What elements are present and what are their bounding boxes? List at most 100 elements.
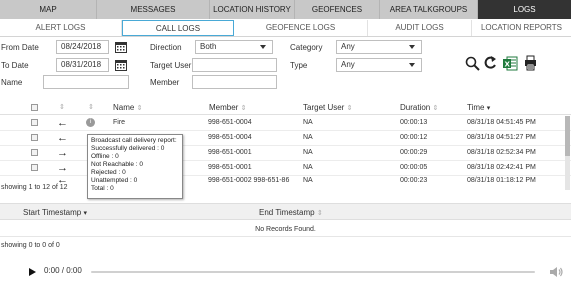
direction-value: Both	[200, 42, 217, 51]
subtab-audit-logs[interactable]: AUDIT LOGS	[368, 20, 472, 36]
subtab-call-logs[interactable]: CALL LOGS	[122, 20, 234, 36]
target-user-input[interactable]	[192, 58, 277, 72]
cell-time: 08/31/18 04:51:45 PM	[467, 119, 536, 126]
category-select[interactable]: Any	[336, 40, 422, 54]
cell-duration: 00:00:29	[400, 149, 428, 156]
search-icon[interactable]	[465, 56, 480, 71]
tooltip-line: Offline : 0	[91, 153, 119, 160]
tab-map[interactable]: MAP	[0, 0, 97, 19]
type-label: Type	[290, 61, 308, 70]
player-progress-track[interactable]	[91, 271, 535, 273]
chevron-down-icon	[409, 45, 415, 49]
end-timestamp-label: End Timestamp	[259, 208, 315, 217]
tab-messages[interactable]: MESSAGES	[97, 0, 210, 19]
table-scrollbar[interactable]	[565, 116, 570, 190]
cell-member: 998-651-0001	[208, 149, 252, 156]
subtab-geofence-logs[interactable]: GEOFENCE LOGS	[234, 20, 368, 36]
target-user-header-label: Target User	[303, 103, 345, 112]
tab-location-history[interactable]: LOCATION HISTORY	[210, 0, 295, 19]
incoming-call-icon: ←	[57, 176, 68, 184]
tab-geofences[interactable]: GEOFENCES	[295, 0, 380, 19]
tab-logs[interactable]: LOGS	[478, 0, 571, 19]
category-value: Any	[341, 42, 355, 51]
cell-target-user: NA	[303, 134, 313, 141]
member-header-label: Member	[209, 103, 239, 112]
cell-target-user: NA	[303, 177, 313, 184]
column-header-name[interactable]: Name ⇕	[113, 103, 142, 112]
direction-select[interactable]: Both	[195, 40, 273, 54]
cell-member: 998-651-0004	[208, 119, 252, 126]
to-date-label: To Date	[1, 61, 29, 70]
type-value: Any	[341, 60, 355, 69]
type-select[interactable]: Any	[336, 58, 422, 72]
time-header-label: Time	[467, 103, 485, 112]
table-row[interactable]: ← 998-651-0002 998-651-86 NA 00:00:23 08…	[0, 176, 571, 184]
table-row[interactable]: ← 998-651-0004 NA 00:00:12 08/31/18 04:5…	[0, 131, 571, 146]
print-icon[interactable]	[524, 55, 537, 71]
column-header-target-user[interactable]: Target User ⇕	[303, 103, 352, 112]
sort-icon: ⇕	[346, 105, 353, 112]
calendar-icon[interactable]	[115, 41, 127, 53]
excel-export-icon[interactable]: X	[503, 56, 518, 71]
cell-duration: 00:00:05	[400, 164, 428, 171]
name-header-label: Name	[113, 103, 135, 112]
tooltip-line: Rejected : 0	[91, 169, 126, 176]
start-timestamp-label: Start Timestamp	[23, 208, 82, 217]
table-row[interactable]: ← i Fire 998-651-0004 NA 00:00:13 08/31/…	[0, 116, 571, 131]
row-checkbox[interactable]	[31, 149, 38, 156]
column-header-time[interactable]: Time ▾	[467, 103, 490, 112]
no-records-message: No Records Found.	[0, 223, 571, 237]
column-header-end-timestamp[interactable]: End Timestamp ⇕	[259, 208, 323, 217]
name-input[interactable]	[43, 75, 129, 89]
incoming-call-icon: ←	[57, 117, 68, 129]
outgoing-call-icon: →	[57, 162, 68, 174]
member-input[interactable]	[192, 75, 277, 89]
sort-icon[interactable]: ⇕	[59, 103, 65, 111]
cell-target-user: NA	[303, 164, 313, 171]
tab-area-talkgroups[interactable]: AREA TALKGROUPS	[380, 0, 478, 19]
row-checkbox[interactable]	[31, 164, 38, 171]
cell-duration: 00:00:12	[400, 134, 428, 141]
chevron-down-icon	[260, 45, 266, 49]
cell-time: 08/31/18 01:18:12 PM	[467, 177, 536, 184]
sort-desc-icon: ▾	[83, 210, 87, 217]
sort-icon: ⇕	[240, 105, 247, 112]
to-date-input[interactable]: 08/31/2018	[56, 58, 109, 72]
row-checkbox[interactable]	[31, 119, 38, 126]
member-label: Member	[150, 78, 180, 87]
category-label: Category	[290, 43, 323, 52]
cell-duration: 00:00:23	[400, 177, 428, 184]
from-date-input[interactable]: 08/24/2018	[56, 40, 109, 54]
svg-text:X: X	[505, 61, 511, 69]
call-detail-table-header: Start Timestamp ▾ End Timestamp ⇕	[0, 203, 571, 220]
column-header-start-timestamp[interactable]: Start Timestamp ▾	[23, 208, 87, 217]
column-header-member[interactable]: Member ⇕	[209, 103, 246, 112]
tooltip-line: Successfully delivered : 0	[91, 145, 165, 152]
tooltip-line: Broadcast call delivery report:	[91, 137, 177, 144]
cell-name: Fire	[113, 119, 126, 126]
target-user-label: Target User	[150, 61, 192, 70]
scrollbar-thumb[interactable]	[565, 116, 570, 156]
cell-duration: 00:00:13	[400, 119, 428, 126]
column-header-duration[interactable]: Duration ⇕	[400, 103, 438, 112]
volume-icon[interactable]	[550, 266, 564, 278]
outgoing-call-icon: →	[57, 147, 68, 159]
play-icon[interactable]	[29, 268, 36, 276]
broadcast-report-tooltip: Broadcast call delivery report: Successf…	[87, 134, 183, 199]
calendar-icon[interactable]	[115, 59, 127, 71]
logs-subnavigation: ALERT LOGS CALL LOGS GEOFENCE LOGS AUDIT…	[0, 20, 571, 37]
sort-icon[interactable]: ⇕	[88, 103, 94, 111]
table-row[interactable]: → 998-651-0001 NA 00:00:05 08/31/18 02:4…	[0, 161, 571, 176]
tooltip-line: Not Reachable : 0	[91, 161, 144, 168]
broadcast-report-icon[interactable]: i	[86, 118, 95, 127]
table-row[interactable]: → 998-651-0001 NA 00:00:29 08/31/18 02:5…	[0, 146, 571, 161]
subtab-location-reports[interactable]: LOCATION REPORTS	[472, 20, 571, 36]
subtab-alert-logs[interactable]: ALERT LOGS	[0, 20, 122, 36]
select-all-checkbox[interactable]	[31, 104, 38, 111]
cell-time: 08/31/18 04:51:27 PM	[467, 134, 536, 141]
reset-icon[interactable]	[484, 56, 497, 71]
row-checkbox[interactable]	[31, 134, 38, 141]
sort-icon: ⇕	[432, 105, 439, 112]
top-navigation: MAP MESSAGES LOCATION HISTORY GEOFENCES …	[0, 0, 571, 19]
cell-target-user: NA	[303, 149, 313, 156]
